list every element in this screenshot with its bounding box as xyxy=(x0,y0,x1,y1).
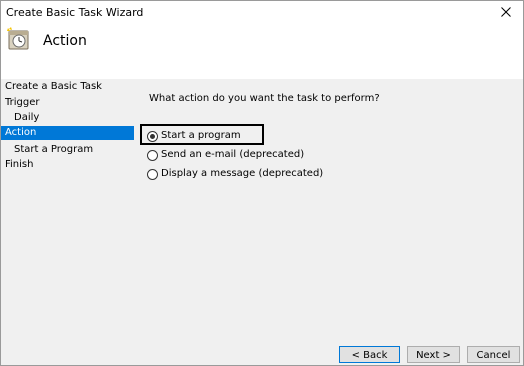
cancel-button[interactable]: Cancel xyxy=(467,346,520,363)
radio-button[interactable] xyxy=(147,169,158,180)
window-title: Create Basic Task Wizard xyxy=(6,6,144,19)
step-create-basic-task[interactable]: Create a Basic Task xyxy=(1,80,138,94)
title-bar[interactable]: Create Basic Task Wizard xyxy=(1,1,523,23)
next-button[interactable]: Next > xyxy=(407,346,460,363)
step-label: Trigger xyxy=(5,97,40,108)
page-title: Action xyxy=(43,33,87,49)
step-label: Start a Program xyxy=(14,144,94,155)
wizard-window: Create Basic Task Wizard Action Create a… xyxy=(0,0,524,366)
step-trigger[interactable]: Trigger xyxy=(1,96,138,110)
wizard-body: Create a Basic Task Trigger Daily Action… xyxy=(1,79,523,365)
step-finish[interactable]: Finish xyxy=(1,158,138,172)
step-label: Create a Basic Task xyxy=(5,81,102,92)
radio-label: Send an e-mail (deprecated) xyxy=(161,149,305,160)
wizard-header: Action xyxy=(1,23,523,79)
step-label: Finish xyxy=(5,159,34,170)
step-daily[interactable]: Daily xyxy=(1,111,134,125)
step-start-a-program[interactable]: Start a Program xyxy=(1,143,134,157)
radio-label: Start a program xyxy=(161,130,241,141)
step-action[interactable]: Action xyxy=(1,126,134,140)
radio-label: Display a message (deprecated) xyxy=(161,168,324,179)
radio-dot xyxy=(150,134,155,139)
step-label: Action xyxy=(5,127,37,138)
step-label: Daily xyxy=(14,112,40,123)
step-list: Create a Basic Task Trigger Daily Action… xyxy=(1,79,135,365)
task-scheduler-icon xyxy=(7,27,29,50)
radio-button[interactable] xyxy=(147,131,158,142)
back-button[interactable]: < Back xyxy=(339,346,400,363)
radio-button[interactable] xyxy=(147,150,158,161)
close-icon xyxy=(501,7,511,17)
action-prompt: What action do you want the task to perf… xyxy=(149,93,380,104)
close-button[interactable] xyxy=(489,1,523,23)
